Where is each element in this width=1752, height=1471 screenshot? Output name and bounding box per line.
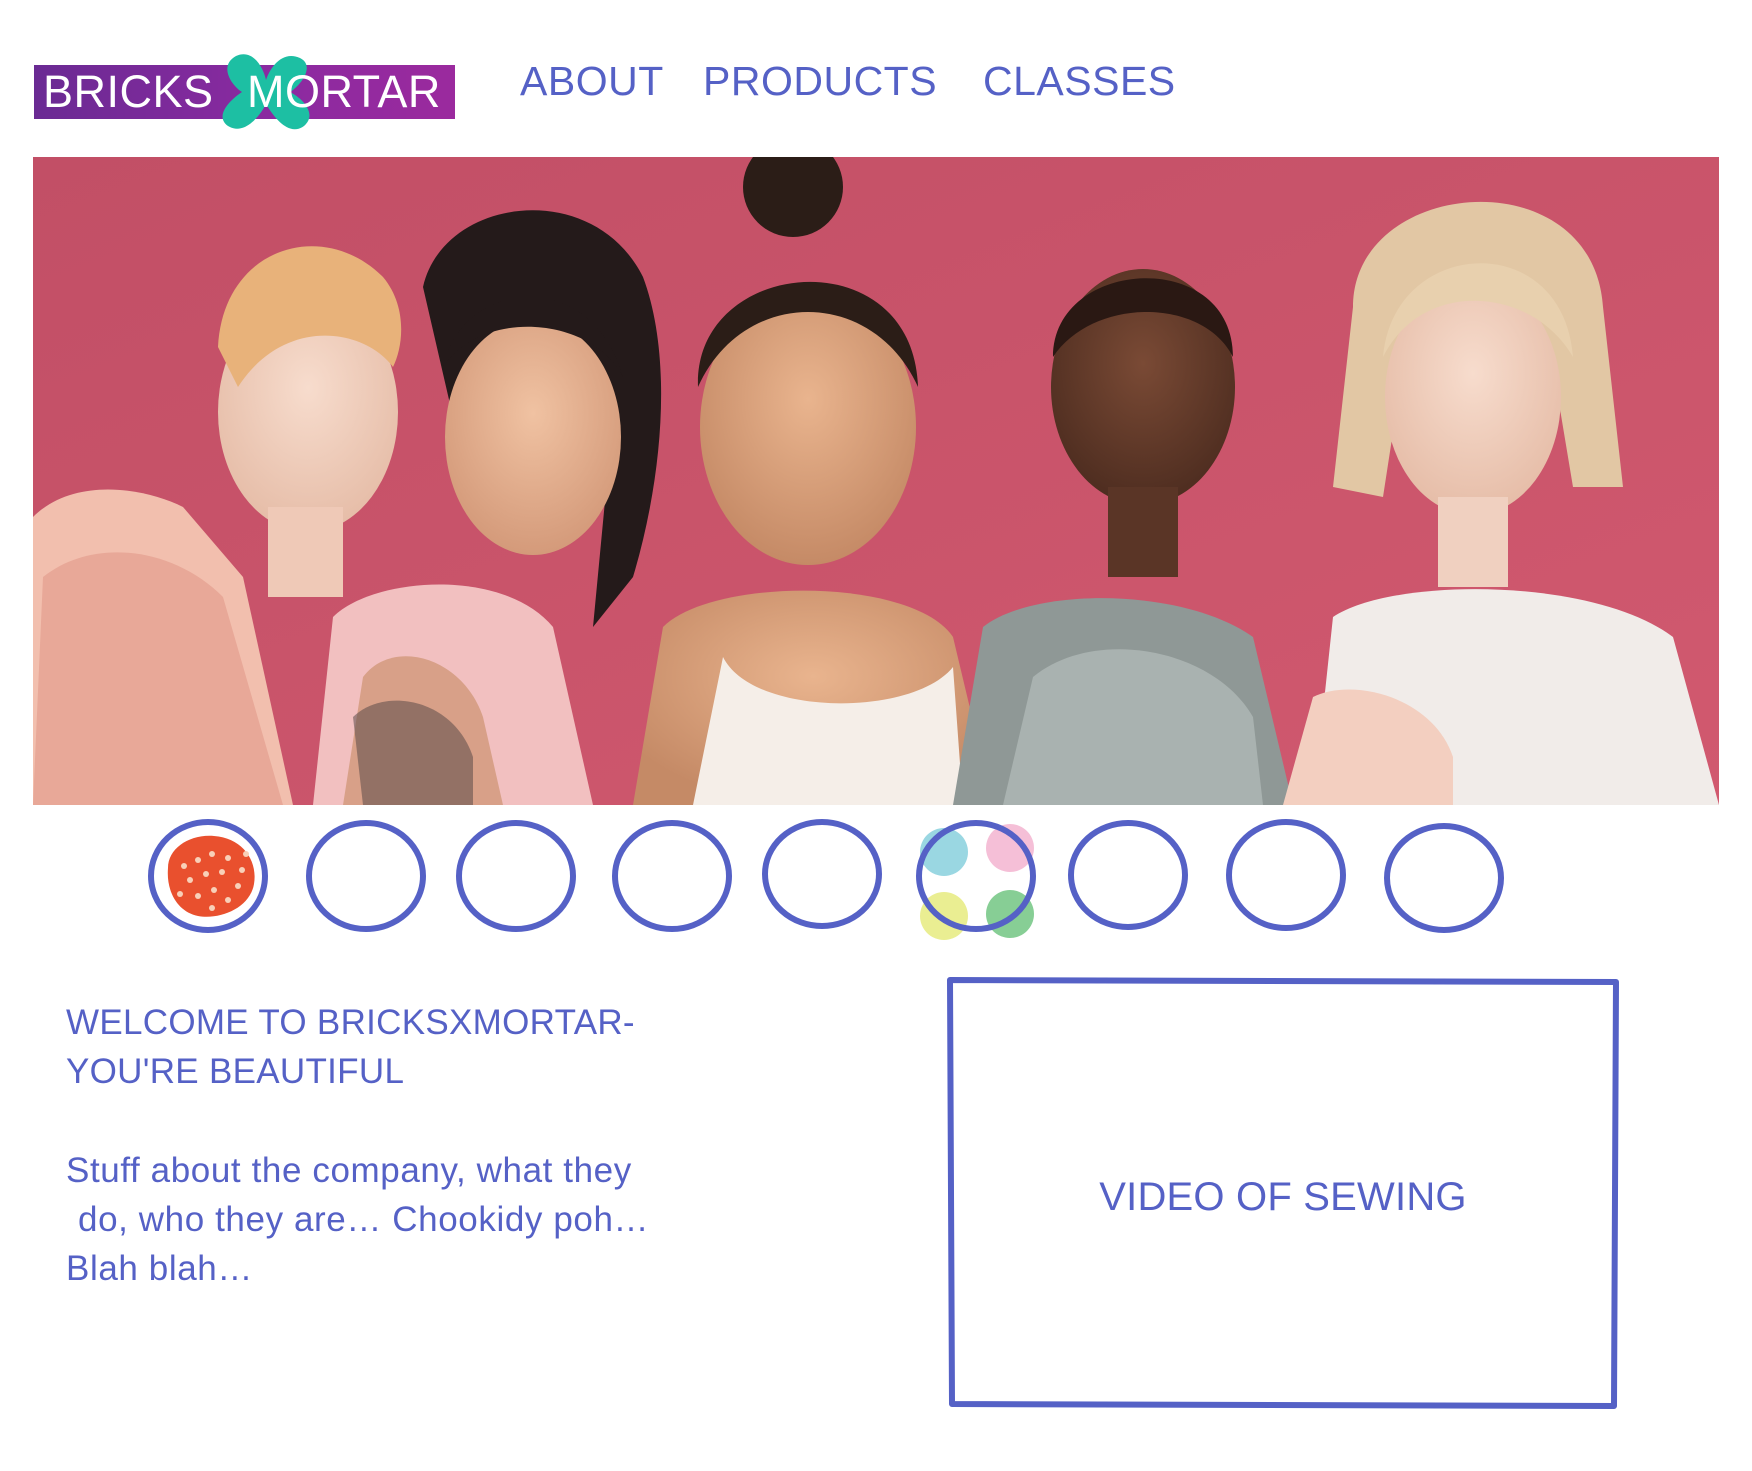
- carousel-dot-3[interactable]: [456, 820, 576, 932]
- carousel-dot-8[interactable]: [1226, 819, 1346, 932]
- logo-text-mortar: MORTAR: [247, 66, 441, 117]
- carousel-dot-5[interactable]: [762, 819, 882, 932]
- description-line-3: Blah blah…: [66, 1249, 253, 1288]
- nav-classes[interactable]: CLASSES: [983, 58, 1176, 105]
- hero-image: [33, 157, 1719, 805]
- video-player[interactable]: VIDEO OF SEWING: [946, 976, 1620, 1410]
- video-label: VIDEO OF SEWING: [1099, 1174, 1467, 1219]
- carousel-indicators: [0, 819, 1752, 960]
- welcome-line-1: WELCOME TO BRICKSXMORTAR-: [66, 1003, 635, 1042]
- brand-logo[interactable]: BRICKS MORTAR: [34, 54, 455, 130]
- strawberry-thumbnail-icon: [167, 835, 255, 917]
- carousel-dot-9[interactable]: [1384, 820, 1504, 933]
- company-description: Stuff about the company, what they do, w…: [66, 1146, 746, 1293]
- logo-text-bricks: BRICKS: [43, 66, 214, 117]
- nav-about[interactable]: ABOUT: [520, 58, 664, 105]
- description-line-1: Stuff about the company, what they: [66, 1151, 632, 1190]
- welcome-heading: WELCOME TO BRICKSXMORTAR- YOU'RE BEAUTIF…: [66, 998, 766, 1096]
- carousel-dot-7[interactable]: [1068, 820, 1188, 932]
- carousel-dot-6[interactable]: [916, 820, 1036, 940]
- carousel-dot-1[interactable]: [148, 819, 268, 933]
- welcome-line-2: YOU'RE BEAUTIFUL: [66, 1052, 405, 1091]
- nav-products[interactable]: PRODUCTS: [703, 58, 937, 105]
- description-line-2: do, who they are… Chookidy poh…: [78, 1200, 650, 1239]
- carousel-dot-4[interactable]: [612, 820, 732, 932]
- carousel-dot-2[interactable]: [306, 820, 426, 932]
